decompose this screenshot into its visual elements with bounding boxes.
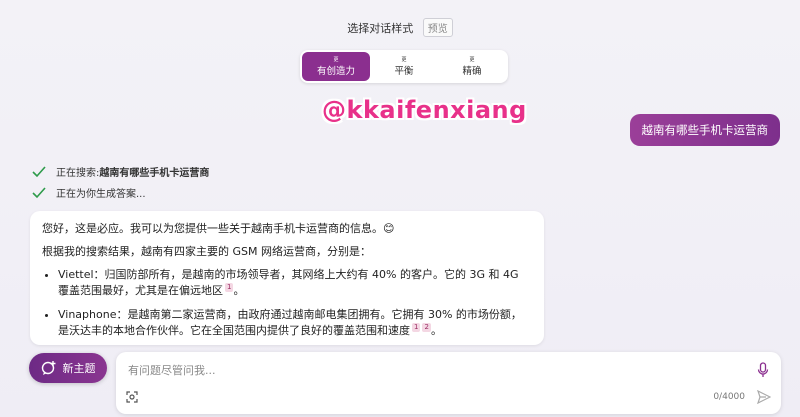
answer-intro: 根据我的搜索结果，越南有四家主要的 GSM 网络运营商，分别是： xyxy=(42,245,371,258)
citation-badge[interactable]: 1 xyxy=(412,323,421,333)
new-topic-button[interactable]: 新主题 xyxy=(29,353,107,383)
chat-input[interactable] xyxy=(126,358,730,382)
list-item: Vinaphone：是越南第二家运营商，由政府通过越南邮电集团拥有。它拥有 30… xyxy=(58,307,532,339)
status-searching: 正在搜索: 越南有哪些手机卡运营商 xyxy=(32,164,209,179)
tone-balanced-label: 平衡 xyxy=(394,65,414,77)
tone-balanced-button[interactable]: 更 平衡 xyxy=(370,52,438,81)
search-query-text: 越南有哪些手机卡运营商 xyxy=(99,168,210,179)
watermark-text: @kkaifenxiang xyxy=(322,96,527,124)
new-topic-label: 新主题 xyxy=(62,362,96,375)
operator-list: Viettel：归国防部所有，是越南的市场领导者，其网络上大约有 40% 的客户… xyxy=(42,267,532,339)
tone-precise-button[interactable]: 更 精确 xyxy=(438,52,506,81)
tone-precise-label: 精确 xyxy=(462,65,482,77)
check-icon xyxy=(32,186,46,198)
visual-search-icon[interactable] xyxy=(126,391,138,403)
list-item: Viettel：归国防部所有，是越南的市场领导者，其网络上大约有 40% 的客户… xyxy=(58,267,532,299)
bot-answer-card: 您好，这是必应。我可以为您提供一些关于越南手机卡运营商的信息。😊 根据我的搜索结… xyxy=(30,211,544,345)
chat-input-box: 0/4000 xyxy=(116,352,781,414)
citation-badge[interactable]: 1 xyxy=(225,283,234,293)
preview-badge[interactable]: 预览 xyxy=(422,18,453,37)
check-icon xyxy=(32,165,46,177)
conversation-style-title: 选择对话样式 xyxy=(347,22,414,35)
tone-creative-button[interactable]: 更 有创造力 xyxy=(302,52,370,81)
send-icon[interactable] xyxy=(757,390,771,404)
conversation-style-selector: 更 有创造力 更 平衡 更 精确 xyxy=(300,50,508,83)
status-generating: 正在为你生成答案... xyxy=(32,185,146,200)
new-chat-icon xyxy=(41,361,55,375)
microphone-icon[interactable] xyxy=(757,362,769,378)
user-message-bubble: 越南有哪些手机卡运营商 xyxy=(629,114,780,146)
character-counter: 0/4000 xyxy=(713,392,745,402)
conversation-style-header: 选择对话样式 预览 xyxy=(0,18,800,37)
tone-creative-label: 有创造力 xyxy=(316,65,355,77)
answer-greeting: 您好，这是必应。我可以为您提供一些关于越南手机卡运营商的信息。😊 xyxy=(42,222,395,235)
citation-badge[interactable]: 2 xyxy=(422,323,431,333)
